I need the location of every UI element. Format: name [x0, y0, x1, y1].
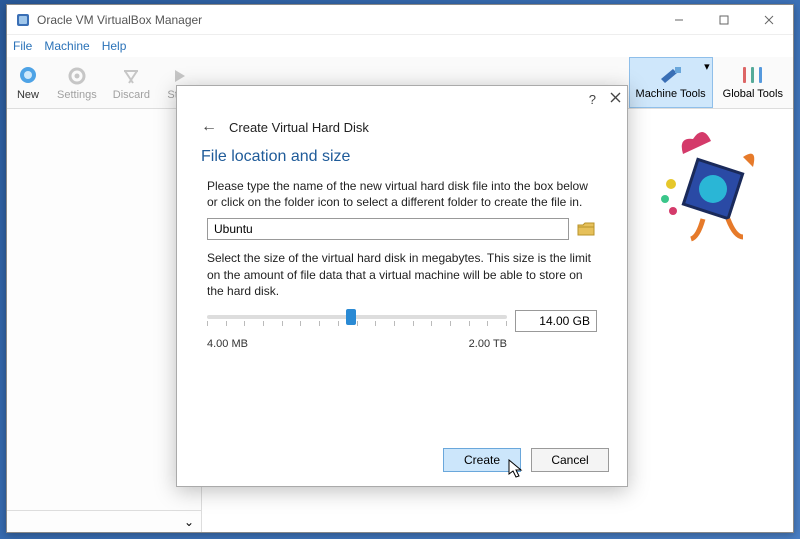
size-slider[interactable] [207, 307, 507, 335]
back-arrow-icon[interactable]: ← [201, 118, 217, 136]
dialog-para2: Select the size of the virtual hard disk… [207, 250, 597, 299]
create-disk-dialog: ? ← Create Virtual Hard Disk File locati… [176, 85, 628, 487]
toolbar-settings[interactable]: Settings [49, 57, 105, 108]
dialog-titlebar: ? [177, 86, 627, 112]
hammer-icon [657, 65, 685, 88]
vm-sidebar [7, 109, 202, 532]
dialog-header: ← Create Virtual Hard Disk [177, 112, 627, 138]
menu-machine[interactable]: Machine [44, 39, 89, 53]
dialog-help-button[interactable]: ? [589, 92, 596, 107]
toolbar-settings-label: Settings [57, 89, 97, 101]
toolbar-machine-tools[interactable]: ▾ Machine Tools [629, 57, 713, 108]
chevron-down-icon: ⌄ [184, 515, 194, 529]
mascot-image [643, 119, 773, 249]
file-path-input[interactable] [207, 218, 569, 240]
gear-icon [65, 65, 89, 89]
app-icon [15, 12, 31, 28]
create-button[interactable]: Create [443, 448, 521, 472]
size-input[interactable] [515, 310, 597, 332]
menubar: File Machine Help [7, 35, 793, 57]
toolbar-new[interactable]: New [7, 57, 49, 108]
menu-file[interactable]: File [13, 39, 32, 53]
dialog-header-text: Create Virtual Hard Disk [229, 120, 369, 135]
slider-thumb[interactable] [346, 309, 356, 325]
toolbar-discard-label: Discard [113, 89, 150, 101]
discard-icon [119, 65, 143, 89]
dialog-close-button[interactable] [610, 92, 621, 106]
tools-icon [739, 65, 767, 88]
window-title: Oracle VM VirtualBox Manager [37, 13, 202, 27]
titlebar: Oracle VM VirtualBox Manager [7, 5, 793, 35]
slider-max-label: 2.00 TB [469, 337, 507, 352]
toolbar-global-tools-label: Global Tools [723, 88, 783, 100]
close-button[interactable] [746, 5, 791, 35]
toolbar-discard[interactable]: Discard [105, 57, 158, 108]
minimize-button[interactable] [656, 5, 701, 35]
dialog-body: Please type the name of the new virtual … [177, 172, 627, 360]
toolbar-machine-tools-label: Machine Tools [636, 88, 706, 100]
toolbar-new-label: New [17, 89, 39, 101]
dialog-para1: Please type the name of the new virtual … [207, 178, 597, 210]
menu-help[interactable]: Help [102, 39, 127, 53]
dialog-section-title: File location and size [177, 138, 627, 172]
new-icon [16, 65, 40, 89]
slider-min-label: 4.00 MB [207, 337, 248, 352]
browse-folder-button[interactable] [575, 218, 597, 240]
toolbar-global-tools[interactable]: Global Tools [713, 57, 793, 108]
maximize-button[interactable] [701, 5, 746, 35]
cancel-button[interactable]: Cancel [531, 448, 609, 472]
sidebar-dropdown[interactable]: ⌄ [7, 510, 202, 532]
chevron-down-icon: ▾ [704, 60, 710, 73]
